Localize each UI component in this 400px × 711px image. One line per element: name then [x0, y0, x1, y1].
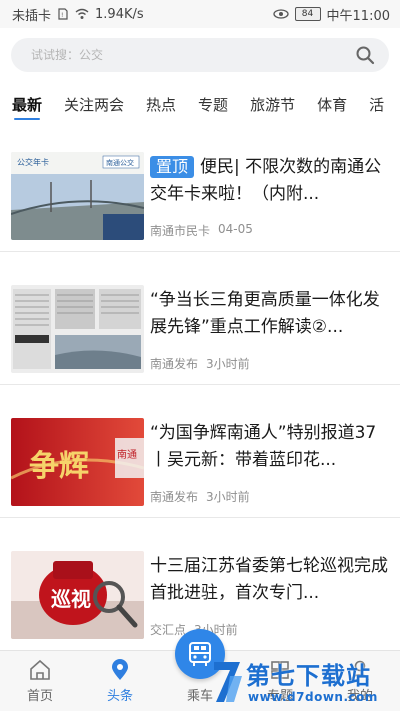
nav-profile[interactable]: 我的 [320, 651, 400, 711]
tab-hot[interactable]: 热点 [146, 88, 176, 115]
news-item[interactable]: 南通公交 公交年卡 置顶 便民| 不限次数的南通公交年卡来啦！（内附... 南通市… [0, 140, 400, 252]
thumb-caption: 公交年卡 [17, 157, 49, 167]
network-speed: 1.94K/s [95, 6, 144, 22]
nav-topics[interactable]: 专题 [240, 651, 320, 711]
nav-headlines[interactable]: 头条 [80, 651, 160, 711]
news-item[interactable]: 争辉 南通 “为国争辉南通人”特别报道37丨吴元新：带着蓝印花... 南通发布 … [0, 406, 400, 518]
sim-card-icon: ! [58, 8, 68, 20]
pinned-badge: 置顶 [150, 156, 195, 178]
nav-label: 首页 [26, 689, 53, 704]
article-thumbnail: 争辉 南通 [11, 418, 144, 506]
article-thumbnail: 巡视 [11, 551, 144, 639]
article-time: 04-05 [218, 222, 253, 236]
tab-two-sessions[interactable]: 关注两会 [64, 88, 124, 115]
tab-tourism-festival[interactable]: 旅游节 [250, 88, 295, 115]
home-icon [30, 659, 50, 680]
ride-bus-button[interactable] [175, 629, 225, 679]
grid-icon [271, 661, 289, 679]
article-meta: 南通发布 3小时前 [150, 355, 250, 372]
nav-label: 乘车 [186, 689, 213, 704]
svg-text:!: ! [61, 12, 63, 19]
svg-text:南通: 南通 [117, 448, 137, 461]
nav-home[interactable]: 首页 [0, 651, 80, 711]
article-title[interactable]: 置顶 便民| 不限次数的南通公交年卡来啦！（内附... [150, 154, 388, 208]
bus-icon [189, 642, 211, 666]
thumb-caption: 巡视 [51, 587, 91, 611]
article-time: 3小时前 [206, 490, 250, 504]
article-title[interactable]: 十三届江苏省委第七轮巡视完成首批进驻，首次专门... [150, 553, 388, 607]
battery-icon: 84 [294, 7, 321, 21]
article-source: 南通发布 [150, 490, 199, 504]
article-title[interactable]: “争当长三角更高质量一体化发展先锋”重点工作解读②... [150, 287, 388, 341]
article-meta: 南通发布 3小时前 [150, 488, 250, 505]
article-thumbnail [11, 285, 144, 373]
svg-text:南通公交: 南通公交 [106, 158, 134, 167]
sim-status: 未插卡 [12, 8, 52, 24]
news-item[interactable]: “争当长三角更高质量一体化发展先锋”重点工作解读②... 南通发布 3小时前 [0, 273, 400, 385]
article-title[interactable]: “为国争辉南通人”特别报道37丨吴元新：带着蓝印花... [150, 420, 388, 474]
nav-label: 头条 [106, 689, 133, 704]
article-source: 南通市民卡 [150, 224, 211, 238]
user-icon [351, 660, 369, 681]
nav-label: 专题 [266, 689, 293, 704]
clock: 中午11:00 [326, 8, 390, 24]
article-meta: 南通市民卡 04-05 [150, 222, 253, 239]
eye-icon [272, 9, 289, 19]
search-input[interactable] [29, 47, 293, 63]
location-icon [112, 659, 128, 680]
nav-label: 我的 [346, 689, 373, 704]
category-tabs: 最新 关注两会 热点 专题 旅游节 体育 活 [0, 88, 400, 128]
thumb-caption: 争辉 [29, 449, 89, 484]
tab-activities[interactable]: 活 [369, 88, 384, 115]
status-bar: 未插卡 ! 1.94K/s 84 中午11:00 [0, 0, 400, 28]
wifi-icon [75, 8, 89, 19]
tab-topics[interactable]: 专题 [198, 88, 228, 115]
tab-latest[interactable]: 最新 [12, 88, 42, 120]
article-source: 南通发布 [150, 357, 199, 371]
article-source: 交汇点 [150, 623, 187, 637]
article-time: 3小时前 [206, 357, 250, 371]
tab-sports[interactable]: 体育 [317, 88, 347, 115]
news-feed: 南通公交 公交年卡 置顶 便民| 不限次数的南通公交年卡来啦！（内附... 南通市… [0, 140, 400, 672]
article-thumbnail: 南通公交 公交年卡 [11, 152, 144, 240]
search-icon[interactable] [355, 45, 375, 65]
search-bar[interactable] [11, 38, 389, 72]
